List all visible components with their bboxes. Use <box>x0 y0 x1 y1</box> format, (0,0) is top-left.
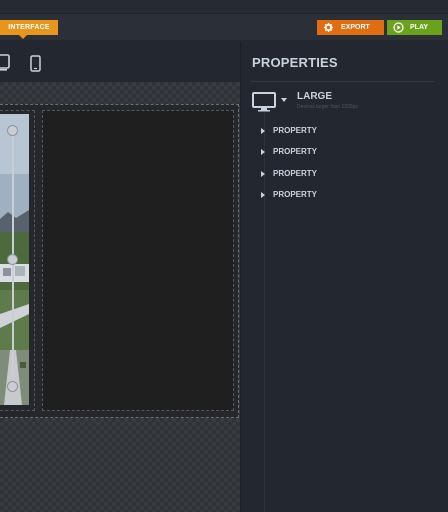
slider-handle-middle[interactable] <box>7 254 18 265</box>
top-strip <box>0 0 448 14</box>
property-label: PROPERTY <box>273 169 318 178</box>
property-label: PROPERTY <box>273 126 318 135</box>
interface-tab-caret-icon <box>19 35 27 39</box>
expand-arrow-icon <box>261 171 265 177</box>
desktop-icon[interactable] <box>0 54 11 72</box>
slider-handle-bottom[interactable] <box>7 381 18 392</box>
size-title: LARGE <box>297 91 332 102</box>
property-label: PROPERTY <box>273 147 318 156</box>
play-button[interactable]: PLAY <box>387 20 442 35</box>
right-column[interactable] <box>42 110 234 411</box>
export-button-label: EXPORT <box>341 24 370 31</box>
mobile-icon[interactable] <box>30 55 41 72</box>
properties-title: PROPERTIES <box>252 55 338 70</box>
interface-tab[interactable]: INTERFACE <box>0 20 58 39</box>
export-button[interactable]: EXPORT <box>317 20 384 35</box>
interface-tab-label: INTERFACE <box>8 24 50 31</box>
play-circle-icon <box>393 22 404 33</box>
slider-handle-top[interactable] <box>7 125 18 136</box>
expand-arrow-icon <box>261 149 265 155</box>
properties-panel <box>240 42 448 512</box>
size-description: Devices larger than 1200px <box>297 104 358 110</box>
expand-arrow-icon <box>261 192 265 198</box>
gear-icon <box>324 23 333 32</box>
play-button-label: PLAY <box>410 24 429 31</box>
monitor-icon[interactable] <box>252 92 278 112</box>
panel-divider <box>251 81 434 82</box>
size-dropdown-caret-icon[interactable] <box>281 98 287 102</box>
property-label: PROPERTY <box>273 190 318 199</box>
expand-arrow-icon <box>261 128 265 134</box>
